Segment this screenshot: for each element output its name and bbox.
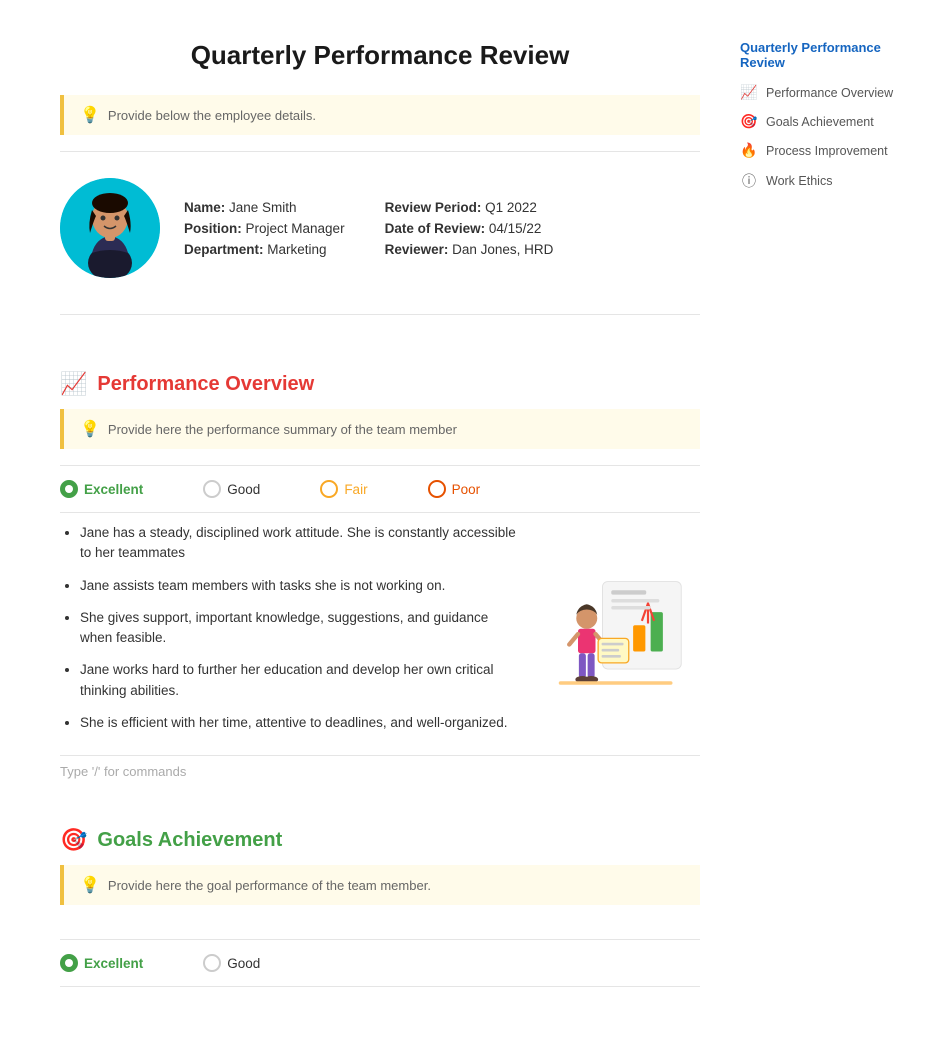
- employee-section: Name: Jane Smith Position: Project Manag…: [60, 168, 700, 298]
- sidebar: Quarterly Performance Review 📈 Performan…: [730, 20, 930, 1017]
- sidebar-ethics-label: Work Ethics: [766, 174, 832, 188]
- bullet-item: Jane works hard to further her education…: [80, 660, 520, 701]
- sidebar-item-process[interactable]: 🔥 Process Improvement: [740, 142, 920, 159]
- sidebar-ethics-icon: ⓘ: [740, 171, 758, 191]
- goals-rating-excellent-label: Excellent: [84, 956, 143, 971]
- sidebar-item-goals[interactable]: 🎯 Goals Achievement: [740, 113, 920, 130]
- review-period: Review Period: Q1 2022: [385, 200, 554, 215]
- bullet-item: She is efficient with her time, attentiv…: [80, 713, 520, 733]
- rating-row: Excellent Good Fair Poor: [60, 465, 700, 513]
- sidebar-process-label: Process Improvement: [766, 144, 888, 158]
- goals-achievement-header: 🎯 Goals Achievement: [60, 827, 700, 853]
- bullet-item: Jane has a steady, disciplined work atti…: [80, 523, 520, 564]
- radio-excellent[interactable]: [60, 480, 78, 498]
- radio-good[interactable]: [203, 480, 221, 498]
- performance-content: Jane has a steady, disciplined work atti…: [60, 523, 700, 745]
- bullet-item: Jane assists team members with tasks she…: [80, 576, 520, 596]
- divider-1: [60, 151, 700, 152]
- avatar-image: [60, 178, 160, 278]
- rating-excellent-label: Excellent: [84, 482, 143, 497]
- performance-hint-box: 💡 Provide here the performance summary o…: [60, 409, 700, 449]
- rating-excellent[interactable]: Excellent: [60, 480, 143, 498]
- sidebar-title: Quarterly Performance Review: [740, 40, 920, 70]
- review-date: Date of Review: 04/15/22: [385, 221, 554, 236]
- employee-hint-box: 💡 Provide below the employee details.: [60, 95, 700, 135]
- rating-good[interactable]: Good: [203, 480, 260, 498]
- goals-rating-good[interactable]: Good: [203, 954, 260, 972]
- goals-hint-icon: 💡: [80, 875, 100, 895]
- goals-rating-row: Excellent Good: [60, 939, 700, 987]
- divider-2: [60, 314, 700, 315]
- performance-bullets: Jane has a steady, disciplined work atti…: [60, 523, 520, 745]
- performance-hint-text: Provide here the performance summary of …: [108, 422, 457, 437]
- goals-achievement-title: Goals Achievement: [97, 829, 282, 852]
- rating-poor[interactable]: Poor: [428, 480, 481, 498]
- radio-fair[interactable]: [320, 480, 338, 498]
- rating-poor-label: Poor: [452, 482, 481, 497]
- avatar: [60, 178, 160, 278]
- page-title: Quarterly Performance Review: [60, 40, 700, 71]
- goals-achievement-icon: 🎯: [60, 827, 87, 853]
- performance-overview-title: Performance Overview: [97, 373, 314, 396]
- goals-rating-good-label: Good: [227, 956, 260, 971]
- sidebar-item-performance[interactable]: 📈 Performance Overview: [740, 84, 920, 101]
- rating-good-label: Good: [227, 482, 260, 497]
- sidebar-performance-label: Performance Overview: [766, 86, 893, 100]
- goals-radio-good[interactable]: [203, 954, 221, 972]
- radio-poor[interactable]: [428, 480, 446, 498]
- hint-text: Provide below the employee details.: [108, 108, 316, 123]
- performance-overview-icon: 📈: [60, 371, 87, 397]
- detail-col-right: Review Period: Q1 2022 Date of Review: 0…: [385, 200, 554, 257]
- goals-radio-excellent[interactable]: [60, 954, 78, 972]
- performance-illustration: [540, 523, 700, 745]
- sidebar-goals-icon: 🎯: [740, 113, 758, 130]
- bullet-list: Jane has a steady, disciplined work atti…: [60, 523, 520, 733]
- illustration-svg: [550, 569, 690, 699]
- employee-details: Name: Jane Smith Position: Project Manag…: [184, 200, 553, 257]
- reviewer: Reviewer: Dan Jones, HRD: [385, 242, 554, 257]
- sidebar-process-icon: 🔥: [740, 142, 758, 159]
- performance-hint-icon: 💡: [80, 419, 100, 439]
- employee-name: Name: Jane Smith: [184, 200, 345, 215]
- detail-col-left: Name: Jane Smith Position: Project Manag…: [184, 200, 345, 257]
- sidebar-item-ethics[interactable]: ⓘ Work Ethics: [740, 171, 920, 191]
- rating-fair[interactable]: Fair: [320, 480, 367, 498]
- sidebar-performance-icon: 📈: [740, 84, 758, 101]
- type-hint: Type '/' for commands: [60, 755, 700, 779]
- performance-overview-header: 📈 Performance Overview: [60, 371, 700, 397]
- bullet-item: She gives support, important knowledge, …: [80, 608, 520, 649]
- employee-department: Department: Marketing: [184, 242, 345, 257]
- sidebar-goals-label: Goals Achievement: [766, 115, 874, 129]
- rating-fair-label: Fair: [344, 482, 367, 497]
- goals-rating-excellent[interactable]: Excellent: [60, 954, 143, 972]
- goals-hint-text: Provide here the goal performance of the…: [108, 878, 431, 893]
- goals-hint-box: 💡 Provide here the goal performance of t…: [60, 865, 700, 905]
- employee-position: Position: Project Manager: [184, 221, 345, 236]
- hint-icon: 💡: [80, 105, 100, 125]
